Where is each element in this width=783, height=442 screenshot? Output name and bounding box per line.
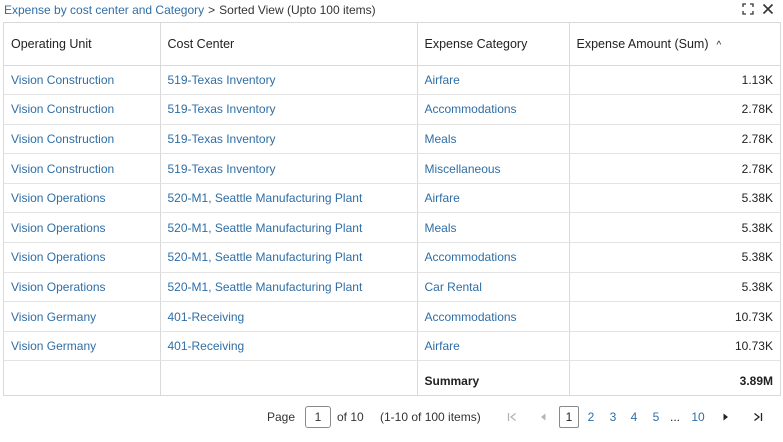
cell-cost-center[interactable]: 519-Texas Inventory xyxy=(160,124,418,155)
table-row: Vision Construction 519-Texas Inventory Ac… xyxy=(4,94,780,125)
cell-expense-amount: 2.78K xyxy=(569,94,780,125)
table-row: Vision Construction 519-Texas Inventory Ai… xyxy=(4,65,780,96)
cell-expense-amount: 5.38K xyxy=(569,212,780,244)
table-row: Vision Construction 519-Texas Inventory Mi… xyxy=(4,153,780,184)
close-icon[interactable] xyxy=(761,2,775,16)
column-header-expense-amount[interactable]: Expense Amount (Sum) ^ xyxy=(569,23,780,66)
cell-cost-center[interactable]: 519-Texas Inventory xyxy=(160,65,418,96)
table-row: Vision Operations 520-M1, Seattle Manufac… xyxy=(4,272,780,303)
cell-cost-center[interactable]: 520-M1, Seattle Manufacturing Plant xyxy=(160,242,418,273)
cell-expense-category[interactable]: Airfare xyxy=(417,183,570,214)
cell-operating-unit[interactable]: Vision Germany xyxy=(4,331,161,362)
cell-cost-center[interactable]: 519-Texas Inventory xyxy=(160,153,418,184)
column-header-label: Expense Category xyxy=(424,36,528,51)
column-header-label: Operating Unit xyxy=(11,36,92,51)
cell-operating-unit[interactable]: Vision Germany xyxy=(4,301,161,332)
page-button-2[interactable]: 2 xyxy=(585,406,597,428)
cell-expense-amount: 5.38K xyxy=(569,183,780,214)
cell-operating-unit[interactable]: Vision Construction xyxy=(4,124,161,155)
table-row: Vision Operations 520-M1, Seattle Manufac… xyxy=(4,183,780,214)
breadcrumb: Expense by cost center and Category > So… xyxy=(0,0,783,20)
item-range-label: (1-10 of 100 items) xyxy=(380,410,481,424)
cell-operating-unit[interactable]: Vision Operations xyxy=(4,272,161,303)
cell-operating-unit[interactable]: Vision Operations xyxy=(4,183,161,214)
cell-expense-category[interactable]: Meals xyxy=(417,212,570,244)
last-page-icon[interactable] xyxy=(751,406,765,428)
column-header-operating-unit[interactable]: Operating Unit xyxy=(4,23,161,66)
cell-cost-center[interactable]: 519-Texas Inventory xyxy=(160,94,418,125)
sort-ascending-icon[interactable]: ^ xyxy=(717,40,722,51)
column-header-expense-category[interactable]: Expense Category xyxy=(417,23,570,66)
expand-icon[interactable] xyxy=(741,2,755,16)
summary-label: Summary xyxy=(417,360,570,395)
cell-expense-category[interactable]: Airfare xyxy=(417,65,570,96)
header-actions xyxy=(741,2,775,16)
page-button-last[interactable]: 10 xyxy=(688,406,708,428)
cell-expense-amount: 2.78K xyxy=(569,153,780,184)
cell-expense-amount: 5.38K xyxy=(569,272,780,303)
table-row: Vision Germany 401-Receiving Accommodation… xyxy=(4,301,780,332)
summary-value: 3.89M xyxy=(739,374,773,389)
cell-cost-center[interactable]: 520-M1, Seattle Manufacturing Plant xyxy=(160,272,418,303)
pagination: Page of 10 (1-10 of 100 items) 1 2 3 4 5… xyxy=(0,402,783,432)
table-row: Vision Operations 520-M1, Seattle Manufac… xyxy=(4,242,780,273)
table-row: Vision Operations 520-M1, Seattle Manufac… xyxy=(4,212,780,244)
cell-expense-category[interactable]: Miscellaneous xyxy=(417,153,570,184)
cell-cost-center[interactable]: 401-Receiving xyxy=(160,301,418,332)
page-count-label: of 10 xyxy=(337,410,364,424)
page-button-5[interactable]: 5 xyxy=(650,406,662,428)
first-page-icon[interactable] xyxy=(505,406,519,428)
previous-page-icon[interactable] xyxy=(537,406,549,428)
cell-expense-category[interactable]: Airfare xyxy=(417,331,570,362)
cell-operating-unit[interactable]: Vision Operations xyxy=(4,212,161,244)
breadcrumb-parent-link[interactable]: Expense by cost center and Category xyxy=(4,3,204,17)
page-ellipsis: ... xyxy=(669,410,680,424)
cell-cost-center[interactable]: 401-Receiving xyxy=(160,331,418,362)
column-header-label: Cost Center xyxy=(167,36,235,51)
page-button-4[interactable]: 4 xyxy=(628,406,640,428)
cell-expense-amount: 2.78K xyxy=(569,124,780,155)
data-table: Operating Unit Cost Center Expense Categ… xyxy=(3,22,781,396)
cell-expense-category[interactable]: Car Rental xyxy=(417,272,570,303)
column-header-cost-center[interactable]: Cost Center xyxy=(160,23,418,66)
cell-expense-category[interactable]: Accommodations xyxy=(417,242,570,273)
next-page-icon[interactable] xyxy=(720,406,732,428)
breadcrumb-current: Sorted View (Upto 100 items) xyxy=(219,3,376,17)
cell-operating-unit[interactable]: Vision Construction xyxy=(4,65,161,96)
table-row: Vision Germany 401-Receiving Airfare 10.73K xyxy=(4,331,780,362)
cell-expense-category[interactable]: Meals xyxy=(417,124,570,155)
column-header-label: Expense Amount (Sum) xyxy=(576,36,709,51)
table-row: Vision Construction 519-Texas Inventory Me… xyxy=(4,124,780,155)
cell-expense-amount: 5.38K xyxy=(569,242,780,273)
table-header-row: Operating Unit Cost Center Expense Categ… xyxy=(4,23,780,66)
cell-cost-center[interactable]: 520-M1, Seattle Manufacturing Plant xyxy=(160,183,418,214)
page-number-input[interactable] xyxy=(305,406,331,428)
summary-empty-cell xyxy=(160,360,418,395)
page-button-1[interactable]: 1 xyxy=(559,406,579,428)
cell-operating-unit[interactable]: Vision Operations xyxy=(4,242,161,273)
cell-expense-amount: 10.73K xyxy=(569,301,780,332)
page-label: Page xyxy=(267,410,296,424)
cell-expense-category[interactable]: Accommodations xyxy=(417,301,570,332)
breadcrumb-separator: > xyxy=(208,3,216,17)
summary-empty-cell xyxy=(4,360,161,395)
cell-expense-category[interactable]: Accommodations xyxy=(417,94,570,125)
cell-cost-center[interactable]: 520-M1, Seattle Manufacturing Plant xyxy=(160,212,418,244)
cell-operating-unit[interactable]: Vision Construction xyxy=(4,94,161,125)
cell-expense-amount: 10.73K xyxy=(569,331,780,362)
cell-operating-unit[interactable]: Vision Construction xyxy=(4,153,161,184)
summary-row: Summary 3.89M xyxy=(4,360,780,395)
page-button-3[interactable]: 3 xyxy=(607,406,619,428)
cell-expense-amount: 1.13K xyxy=(569,65,780,96)
